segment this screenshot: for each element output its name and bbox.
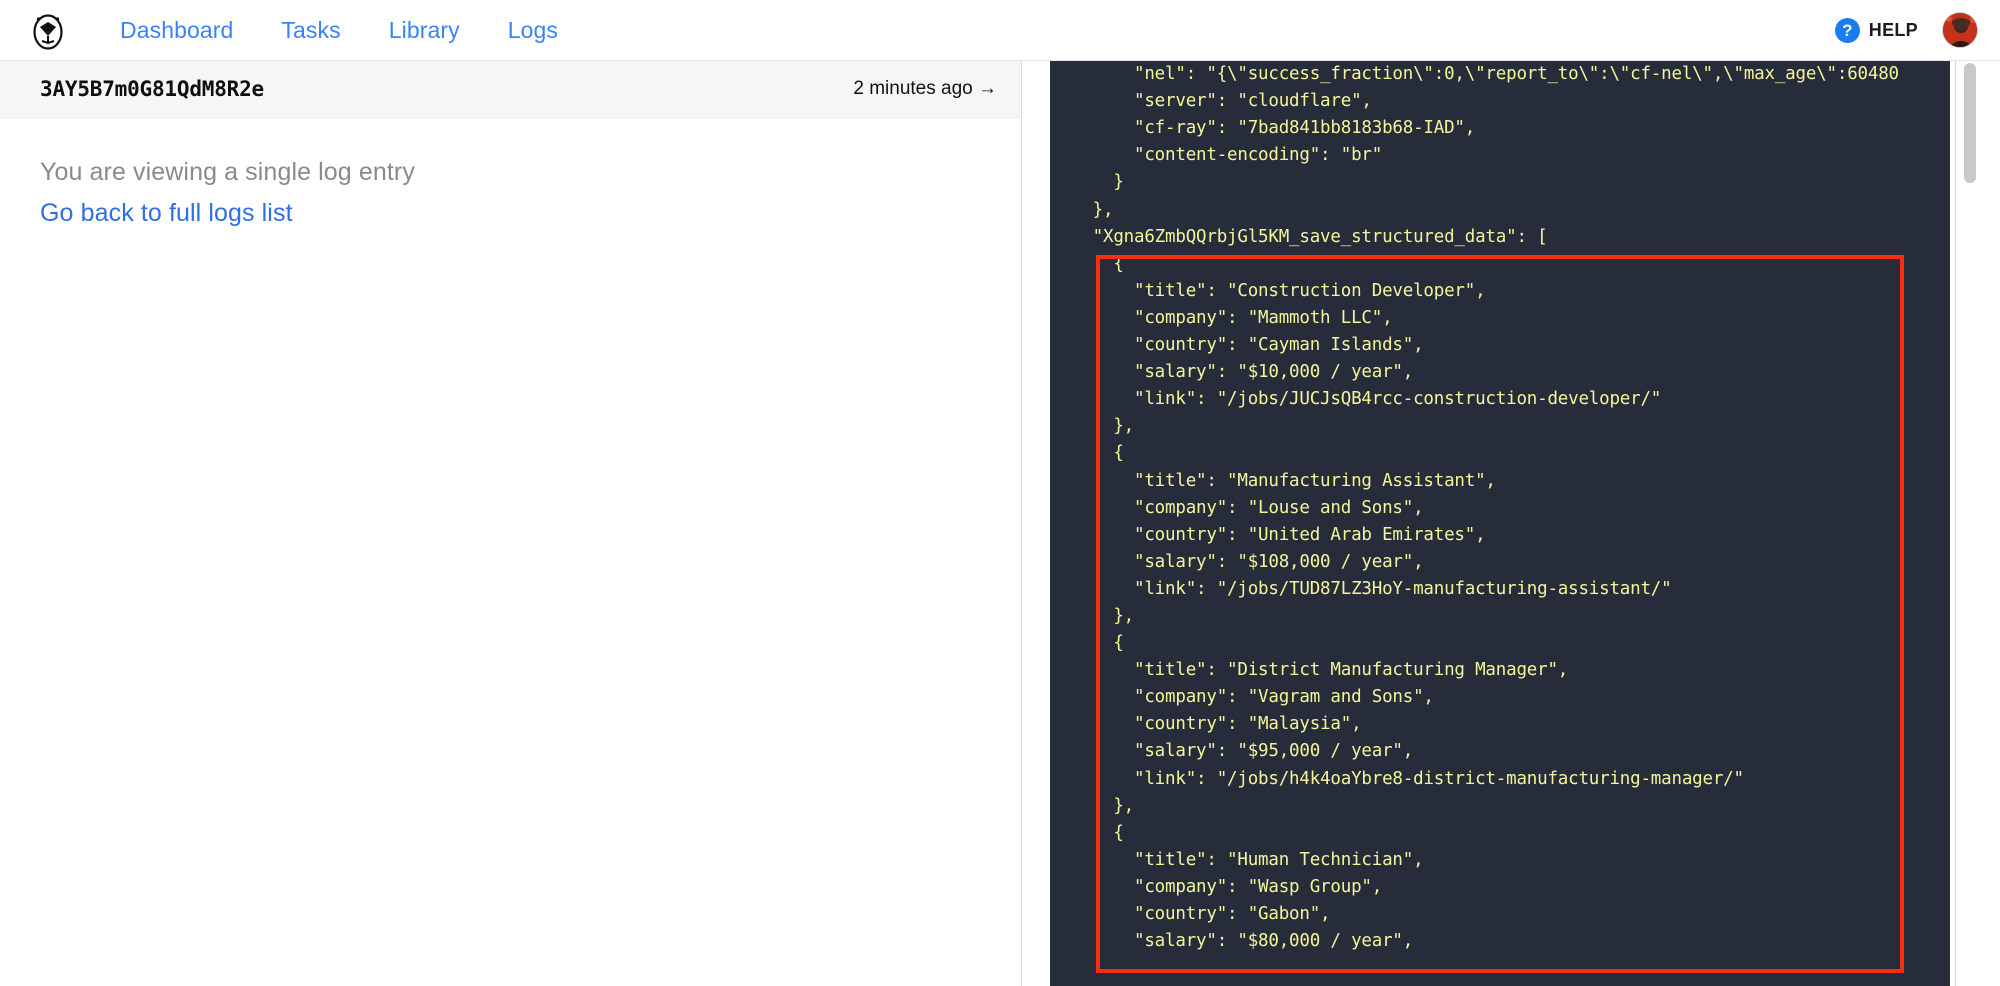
nav-logs[interactable]: Logs xyxy=(484,17,582,44)
log-entry-left-panel: 3AY5B7m0G81QdM8R2e 2 minutes ago → You a… xyxy=(0,61,1022,986)
user-avatar[interactable] xyxy=(1942,12,1978,48)
help-label: HELP xyxy=(1869,20,1918,41)
log-entry-header: 3AY5B7m0G81QdM8R2e 2 minutes ago → xyxy=(0,61,1021,118)
viewing-single-entry-note: You are viewing a single log entry xyxy=(40,158,981,187)
primary-nav: Dashboard Tasks Library Logs xyxy=(96,17,582,44)
log-entry-id: 3AY5B7m0G81QdM8R2e xyxy=(40,77,264,101)
code-panel-scrollbar-thumb[interactable] xyxy=(1964,63,1976,183)
json-log-content: "report-to": "{\"endpoints\":[{\"url\":\… xyxy=(1050,61,1909,955)
go-back-to-logs-link[interactable]: Go back to full logs list xyxy=(40,199,293,227)
log-entry-timestamp[interactable]: 2 minutes ago → xyxy=(853,78,997,100)
nav-tasks[interactable]: Tasks xyxy=(257,17,364,44)
question-mark-icon: ? xyxy=(1835,18,1860,43)
nav-library[interactable]: Library xyxy=(365,17,484,44)
topbar-right-cluster: ? HELP xyxy=(1835,12,2000,48)
app-logo[interactable] xyxy=(0,0,96,61)
top-navigation-bar: Dashboard Tasks Library Logs ? HELP xyxy=(0,0,2000,61)
help-button[interactable]: ? HELP xyxy=(1835,18,1918,43)
nav-dashboard[interactable]: Dashboard xyxy=(96,17,257,44)
json-log-viewer[interactable]: "report-to": "{\"endpoints\":[{\"url\":\… xyxy=(1050,61,1955,986)
egg-mascot-logo-icon xyxy=(31,10,65,50)
code-panel-scrollbar[interactable] xyxy=(1955,61,2000,986)
log-entry-body: You are viewing a single log entry Go ba… xyxy=(0,118,1021,228)
